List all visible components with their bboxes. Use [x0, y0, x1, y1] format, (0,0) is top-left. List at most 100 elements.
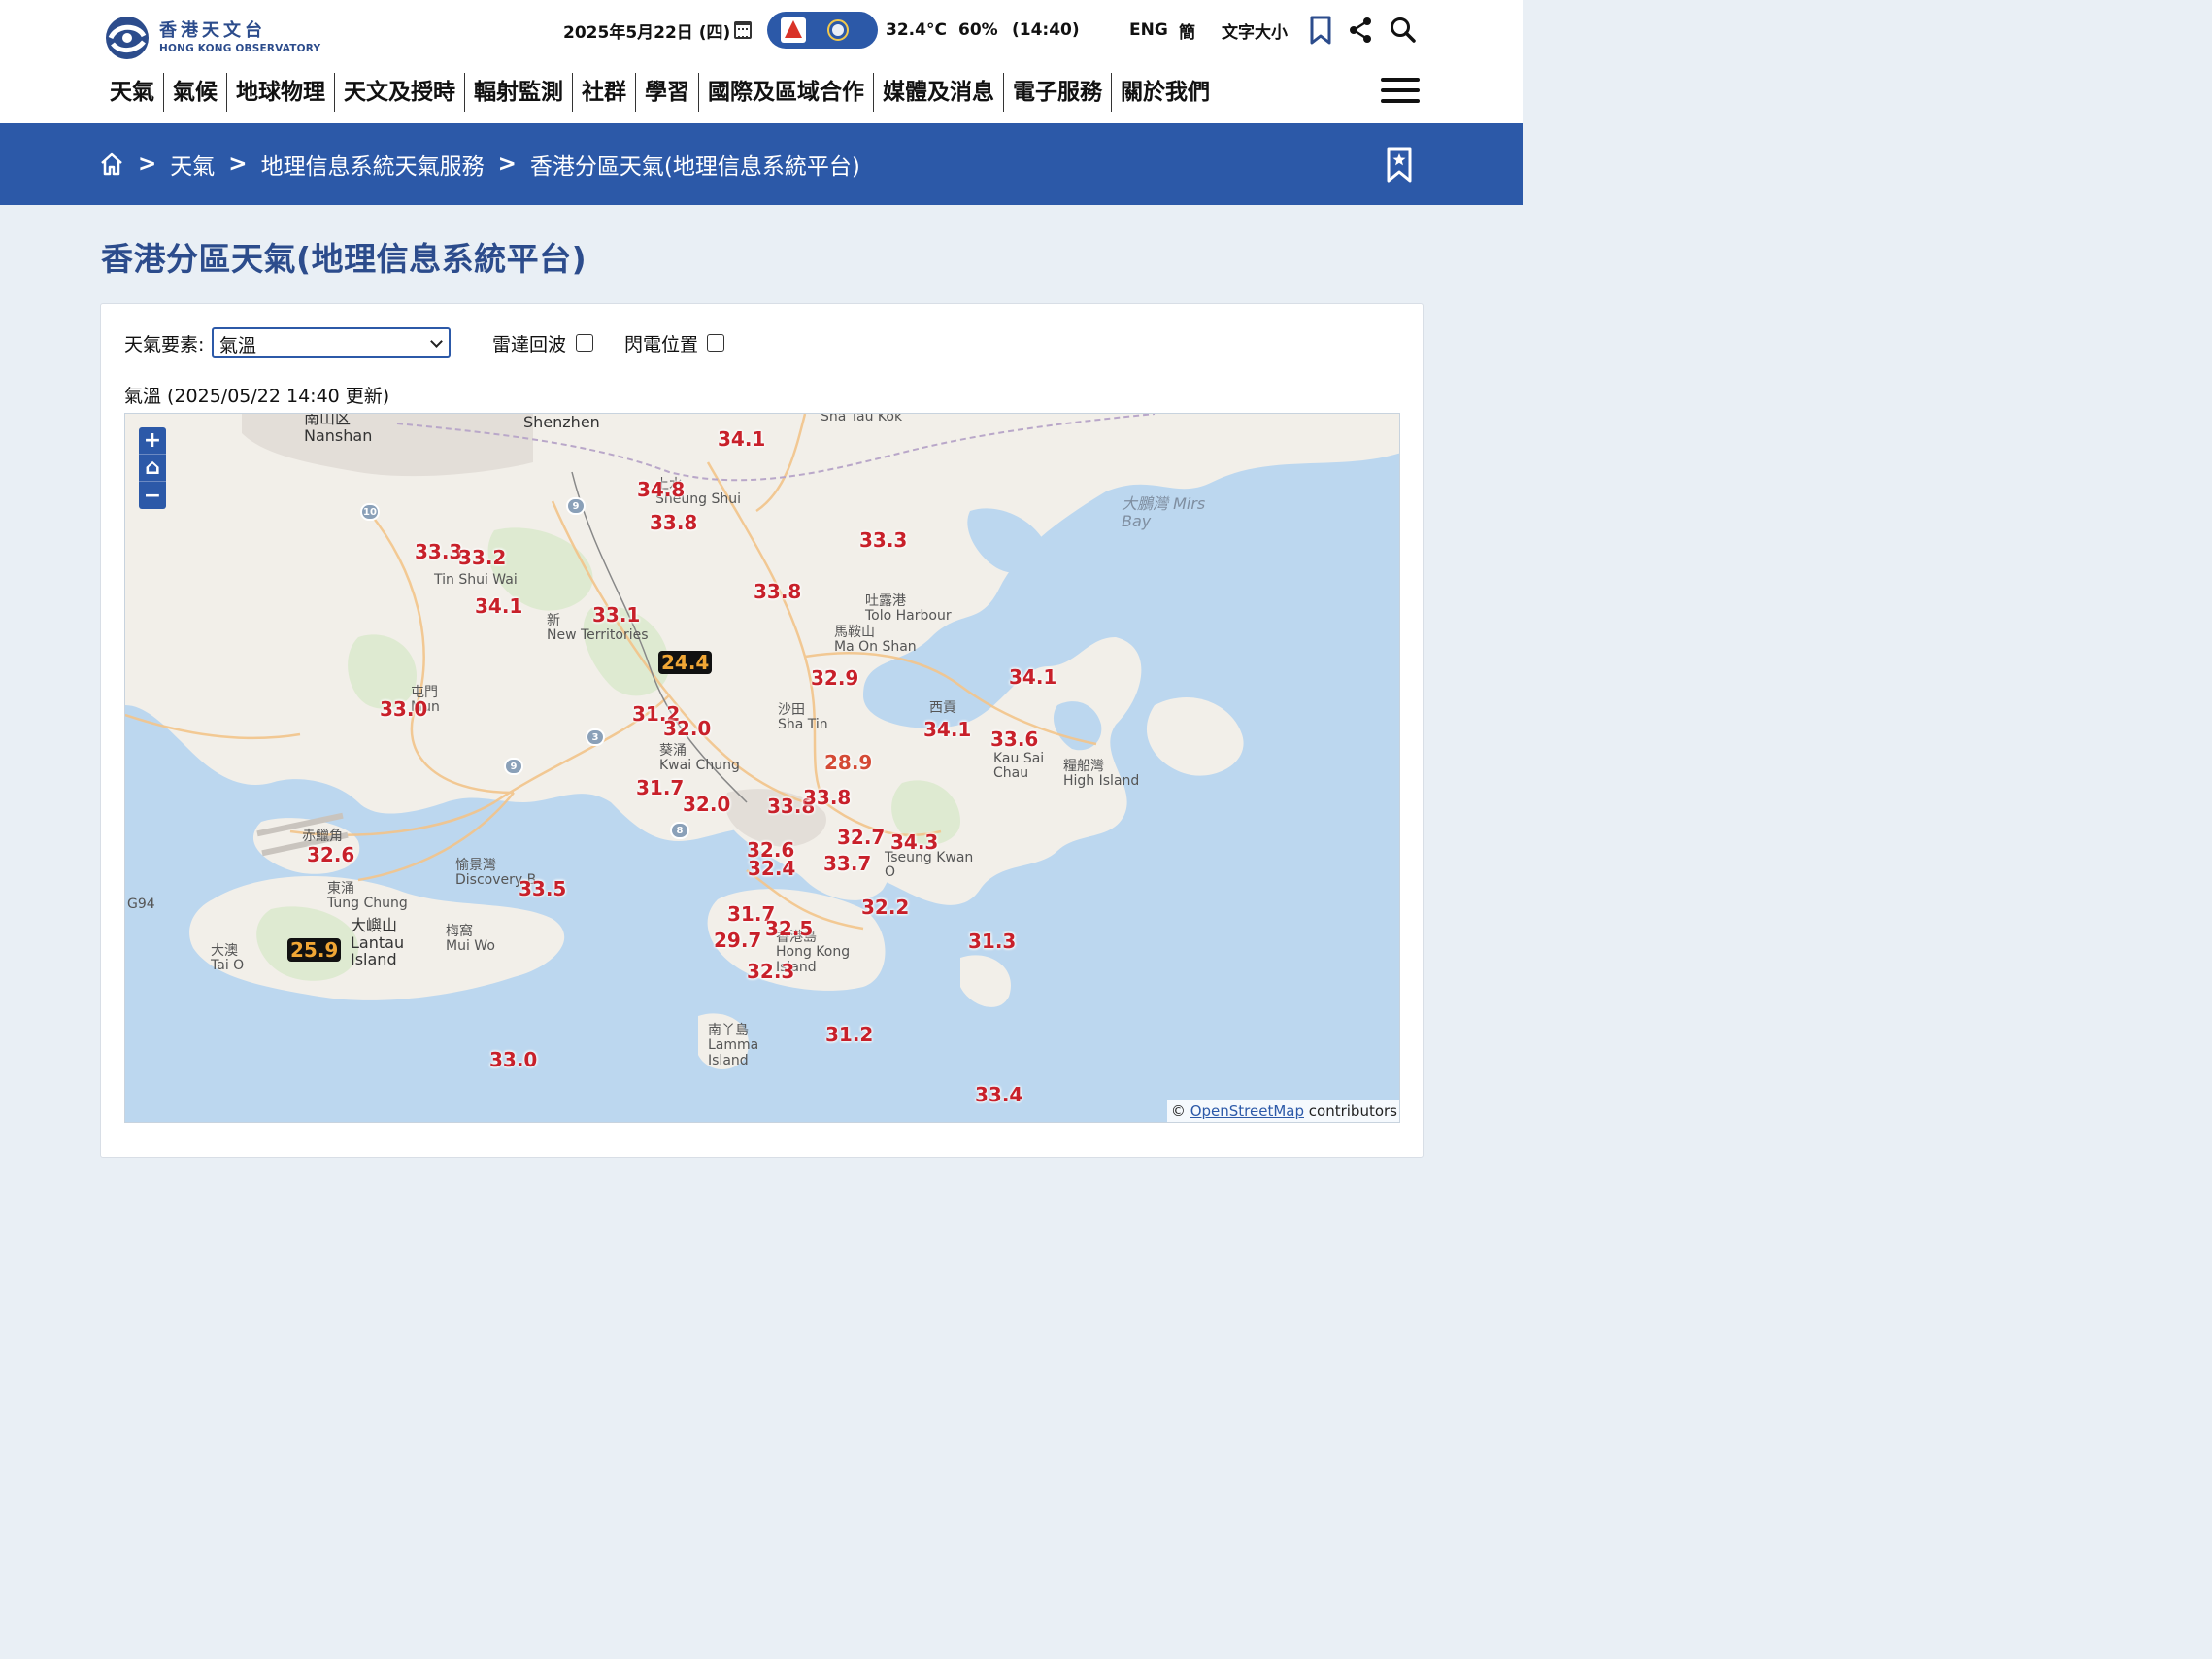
nav-item-7[interactable]: 國際及區域合作	[699, 73, 874, 112]
temperature-reading[interactable]: 32.6	[307, 843, 354, 866]
temperature-reading[interactable]: 34.1	[475, 594, 522, 618]
place-label-shenzhen: Shenzhen	[523, 413, 600, 431]
temperature-reading[interactable]: 24.4	[658, 651, 713, 674]
chevron-down-icon	[430, 335, 443, 348]
attribution-suffix: contributors	[1308, 1102, 1397, 1120]
nav-item-10[interactable]: 關於我們	[1112, 73, 1219, 112]
temperature-reading[interactable]: 31.2	[825, 1023, 873, 1046]
nav-item-8[interactable]: 媒體及消息	[874, 73, 1004, 112]
current-date: 2025年5月22日 (四)	[563, 22, 731, 43]
temperature-reading[interactable]: 32.0	[663, 717, 711, 740]
nav-item-5[interactable]: 社群	[573, 73, 636, 112]
place-label-lamma: 南丫島 Lamma Island	[708, 1023, 759, 1068]
temperature-reading[interactable]: 32.7	[837, 826, 885, 849]
breadcrumb-current-page: 香港分區天氣(地理信息系統平台)	[529, 154, 860, 180]
temperature-reading[interactable]: 33.4	[975, 1083, 1022, 1106]
nav-item-4[interactable]: 輻射監測	[465, 73, 573, 112]
openstreetmap-link[interactable]: OpenStreetMap	[1190, 1102, 1304, 1120]
temperature-reading[interactable]: 33.8	[650, 511, 697, 534]
temperature-reading[interactable]: 32.3	[747, 960, 794, 983]
zoom-in-button[interactable]: +	[139, 427, 166, 455]
current-humidity: 60%	[958, 20, 998, 40]
hamburger-menu-icon[interactable]	[1381, 78, 1420, 107]
route-badge: 8	[670, 822, 689, 839]
temperature-reading[interactable]: 32.2	[861, 896, 909, 919]
weather-element-value: 氣溫	[219, 335, 257, 356]
bookmark-icon[interactable]	[1307, 16, 1334, 45]
nav-item-9[interactable]: 電子服務	[1004, 73, 1112, 112]
favourite-bookmark-icon[interactable]	[1386, 147, 1413, 184]
logo-english-name: HONG KONG OBSERVATORY	[159, 42, 321, 54]
temperature-reading[interactable]: 32.4	[748, 857, 795, 880]
top-bar: 香港天文台 HONG KONG OBSERVATORY 2025年5月22日 (…	[0, 0, 1523, 123]
page-title: 香港分區天氣(地理信息系統平台)	[101, 240, 587, 278]
temperature-reading[interactable]: 32.5	[765, 917, 813, 940]
zoom-out-button[interactable]: −	[139, 482, 166, 509]
heat-warning-icon[interactable]	[781, 17, 806, 43]
nav-item-0[interactable]: 天氣	[101, 73, 164, 112]
place-label-tinshuiwai: Tin Shui Wai	[434, 572, 518, 588]
lightning-location-checkbox[interactable]	[707, 334, 724, 352]
place-label-highisland: 糧船灣 High Island	[1063, 759, 1140, 790]
temperature-map[interactable]: + ⌂ − 南山区 Nanshan Shenzhen Sha Tau Kok 上水 S…	[124, 413, 1400, 1123]
hko-logo-icon	[99, 15, 155, 61]
calendar-icon[interactable]	[734, 21, 752, 39]
simplified-chinese-link[interactable]: 簡	[1179, 14, 1195, 47]
hko-logo[interactable]: 香港天文台 HONG KONG OBSERVATORY	[99, 14, 332, 62]
place-label-maonshan: 馬鞍山 Ma On Shan	[834, 625, 917, 656]
breadcrumb-bar: > 天氣 > 地理信息系統天氣服務 > 香港分區天氣(地理信息系統平台)	[0, 123, 1523, 205]
nav-item-1[interactable]: 氣候	[164, 73, 227, 112]
temperature-reading[interactable]: 31.7	[636, 776, 684, 799]
radar-echo-checkbox[interactable]	[576, 334, 593, 352]
nav-item-2[interactable]: 地球物理	[227, 73, 335, 112]
temperature-reading[interactable]: 34.1	[718, 427, 765, 451]
weather-warning-pill[interactable]	[767, 12, 878, 49]
temperature-reading[interactable]: 33.5	[519, 877, 566, 900]
temperature-reading[interactable]: 33.3	[415, 540, 462, 563]
temperature-reading[interactable]: 34.1	[923, 718, 971, 741]
temperature-reading[interactable]: 29.7	[714, 929, 761, 952]
place-label-nanshan: 南山区 Nanshan	[304, 413, 373, 445]
breadcrumb-gis-services[interactable]: 地理信息系統天氣服務	[261, 148, 485, 181]
place-label-lantau: 大嶼山 Lantau Island	[351, 916, 405, 969]
font-size-link[interactable]: 文字大小	[1222, 14, 1288, 47]
temperature-reading[interactable]: 33.8	[803, 786, 851, 809]
share-icon[interactable]	[1347, 16, 1374, 45]
temperature-reading[interactable]: 32.9	[811, 666, 858, 690]
temperature-reading[interactable]: 33.2	[458, 546, 506, 569]
place-label-tseungkwan: Tseung Kwan O	[885, 850, 974, 881]
map-basemap	[125, 414, 1399, 1069]
route-badge: 3	[586, 728, 605, 746]
breadcrumb-separator: >	[138, 152, 157, 177]
temperature-reading[interactable]: 25.9	[287, 938, 342, 962]
breadcrumb-weather[interactable]: 天氣	[170, 148, 215, 181]
place-label-kousaichau: Kau Sai Chau	[993, 751, 1045, 782]
temperature-reading[interactable]: 34.1	[1009, 665, 1056, 689]
weather-element-select[interactable]: 氣溫	[212, 327, 451, 358]
zoom-home-icon[interactable]: ⌂	[139, 455, 166, 482]
temperature-reading[interactable]: 34.3	[890, 830, 938, 854]
temperature-reading[interactable]: 33.0	[489, 1048, 537, 1071]
temperature-reading[interactable]: 33.0	[380, 697, 427, 721]
temperature-reading[interactable]: 33.1	[592, 603, 640, 626]
breadcrumb-separator: >	[228, 152, 248, 177]
nav-item-3[interactable]: 天文及授時	[335, 73, 465, 112]
lightning-location-label: 閃電位置	[624, 334, 699, 356]
sunny-periods-icon[interactable]	[827, 19, 849, 41]
temperature-reading[interactable]: 33.7	[823, 852, 871, 875]
temperature-reading[interactable]: 33.3	[859, 528, 907, 552]
place-label-shatin: 沙田 Sha Tin	[778, 702, 828, 733]
temperature-reading[interactable]: 31.3	[968, 930, 1016, 953]
search-icon[interactable]	[1389, 16, 1416, 45]
english-language-link[interactable]: ENG	[1129, 14, 1168, 47]
home-icon[interactable]	[99, 152, 124, 177]
current-temperature: 32.4°C	[886, 20, 947, 40]
place-label-g94: G94	[127, 897, 155, 912]
temperature-reading[interactable]: 28.9	[824, 751, 872, 774]
temperature-reading[interactable]: 33.8	[754, 580, 801, 603]
place-label-muiwo: 梅窩 Mui Wo	[446, 924, 495, 955]
temperature-reading[interactable]: 32.0	[683, 793, 730, 816]
temperature-reading[interactable]: 33.6	[990, 728, 1038, 751]
temperature-reading[interactable]: 34.8	[637, 478, 685, 501]
nav-item-6[interactable]: 學習	[636, 73, 699, 112]
